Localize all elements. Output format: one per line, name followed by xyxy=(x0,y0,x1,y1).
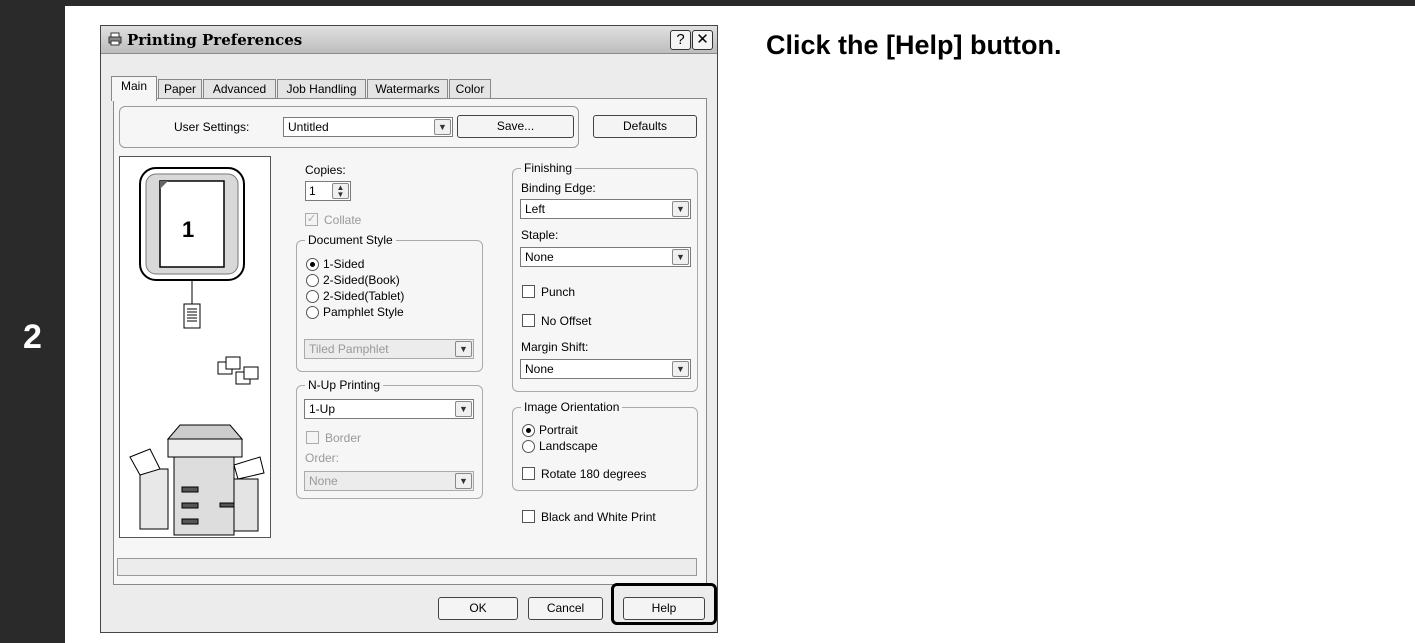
help-button-highlight xyxy=(611,583,717,625)
printer-icon xyxy=(108,32,122,46)
margin-shift-select[interactable]: None ▼ xyxy=(520,359,691,379)
copier-machine-icon xyxy=(129,424,265,536)
copies-label: Copies: xyxy=(305,163,346,177)
order-select-value: None xyxy=(309,474,338,488)
step-number: 2 xyxy=(23,318,42,356)
close-icon[interactable]: ✕ xyxy=(692,30,713,50)
dropdown-arrow-icon: ▼ xyxy=(672,201,689,217)
pamphlet-select[interactable]: Tiled Pamphlet ▼ xyxy=(304,339,474,359)
landscape-label: Landscape xyxy=(539,439,598,453)
preview-illustration xyxy=(129,167,265,536)
margin-shift-value: None xyxy=(525,362,554,376)
dropdown-arrow-icon: ▼ xyxy=(672,361,689,377)
title-bar: Printing Preferences ? ✕ xyxy=(101,26,717,54)
ok-button[interactable]: OK xyxy=(438,597,518,620)
pamphlet-style-label: Pamphlet Style xyxy=(323,305,404,319)
punch-label: Punch xyxy=(541,285,576,299)
margin-shift-label: Margin Shift: xyxy=(521,340,589,354)
binding-edge-value: Left xyxy=(525,202,546,216)
portrait-radio[interactable] xyxy=(522,424,535,437)
dropdown-arrow-icon: ▼ xyxy=(434,119,451,135)
user-settings-select[interactable]: Untitled ▼ xyxy=(283,117,453,137)
tab-watermarks[interactable]: Watermarks xyxy=(367,79,448,100)
save-button[interactable]: Save... xyxy=(457,115,574,138)
rotate-180-label: Rotate 180 degrees xyxy=(541,467,647,481)
dropdown-arrow-icon: ▼ xyxy=(455,401,472,417)
copies-spinner[interactable]: 1 ▲ ▼ xyxy=(305,181,351,201)
binding-edge-label: Binding Edge: xyxy=(521,181,596,195)
dropdown-arrow-icon: ▼ xyxy=(672,249,689,265)
nup-select-value: 1-Up xyxy=(309,402,336,416)
top-rule xyxy=(0,0,1415,6)
border-checkbox[interactable] xyxy=(306,431,319,444)
dropdown-arrow-icon: ▼ xyxy=(455,473,472,489)
nup-printing-title: N-Up Printing xyxy=(305,378,384,392)
two-sided-book-label: 2-Sided(Book) xyxy=(323,273,400,287)
tab-main[interactable]: Main xyxy=(111,76,157,101)
black-white-checkbox[interactable] xyxy=(522,510,535,523)
pamphlet-select-value: Tiled Pamphlet xyxy=(309,342,389,356)
preview-page-number: 1 xyxy=(182,217,195,242)
cancel-button[interactable]: Cancel xyxy=(528,597,603,620)
document-style-title: Document Style xyxy=(305,233,396,247)
binding-edge-select[interactable]: Left ▼ xyxy=(520,199,691,219)
two-sided-book-radio[interactable] xyxy=(306,274,319,287)
defaults-button[interactable]: Defaults xyxy=(593,115,697,138)
two-sided-tablet-radio[interactable] xyxy=(306,290,319,303)
two-sided-tablet-label: 2-Sided(Tablet) xyxy=(323,289,405,303)
user-settings-label: User Settings: xyxy=(174,120,250,134)
document-icon xyxy=(183,303,201,329)
staple-label: Staple: xyxy=(521,228,559,242)
staple-value: None xyxy=(525,250,554,264)
order-select[interactable]: None ▼ xyxy=(304,471,474,491)
instruction-text: Click the [Help] button. xyxy=(766,30,1062,60)
collate-label: Collate xyxy=(324,213,362,227)
staple-select[interactable]: None ▼ xyxy=(520,247,691,267)
spinner-icon[interactable]: ▲ ▼ xyxy=(332,183,349,199)
finishing-title: Finishing xyxy=(521,161,576,175)
step-column: 2 xyxy=(0,0,65,643)
no-offset-label: No Offset xyxy=(541,314,592,328)
copies-value: 1 xyxy=(309,184,316,198)
one-sided-label: 1-Sided xyxy=(323,257,365,271)
tab-paper[interactable]: Paper xyxy=(158,79,202,100)
image-orientation-title: Image Orientation xyxy=(521,400,623,414)
border-label: Border xyxy=(325,431,362,445)
preview-pane: 1 xyxy=(119,156,271,538)
dialog-title: Printing Preferences xyxy=(127,31,303,49)
no-offset-checkbox[interactable] xyxy=(522,314,535,327)
tab-advanced[interactable]: Advanced xyxy=(203,79,276,100)
rotate-180-checkbox[interactable] xyxy=(522,467,535,480)
pamphlet-icon xyxy=(217,356,259,385)
user-settings-value: Untitled xyxy=(288,120,329,134)
collate-checkbox[interactable]: ✓ xyxy=(305,213,318,226)
order-label: Order: xyxy=(305,451,340,465)
punch-checkbox[interactable] xyxy=(522,285,535,298)
help-icon[interactable]: ? xyxy=(670,30,691,50)
printing-preferences-dialog: Printing Preferences ? ✕ Main Paper Adva… xyxy=(100,25,718,633)
portrait-label: Portrait xyxy=(539,423,578,437)
pamphlet-style-radio[interactable] xyxy=(306,306,319,319)
one-sided-radio[interactable] xyxy=(306,258,319,271)
status-bar xyxy=(117,558,697,576)
black-white-label: Black and White Print xyxy=(541,510,656,524)
dropdown-arrow-icon: ▼ xyxy=(455,341,472,357)
tab-color[interactable]: Color xyxy=(449,79,491,100)
nup-select[interactable]: 1-Up ▼ xyxy=(304,399,474,419)
landscape-radio[interactable] xyxy=(522,440,535,453)
tab-job-handling[interactable]: Job Handling xyxy=(277,79,366,100)
